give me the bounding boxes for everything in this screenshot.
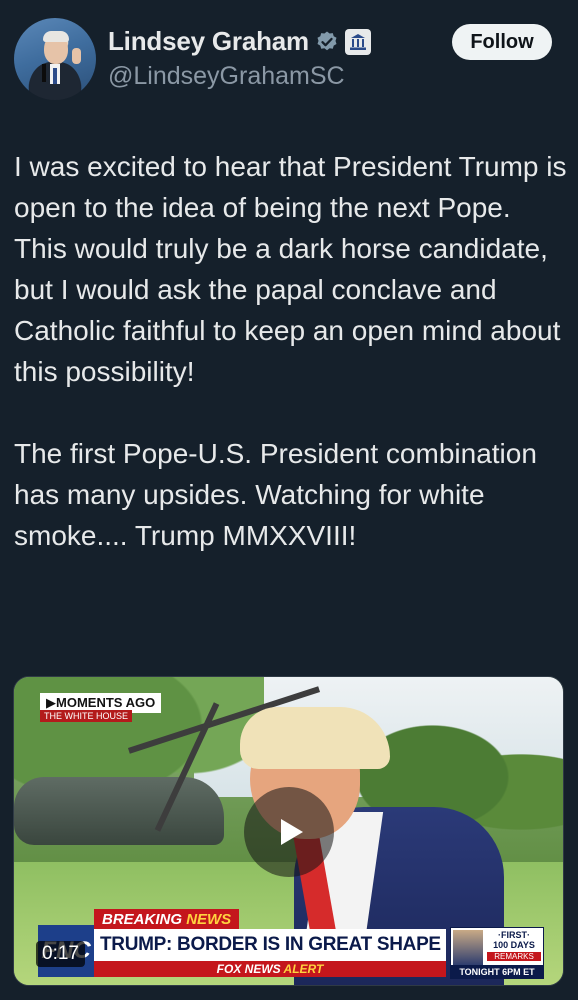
promo-time: TONIGHT 6PM ET bbox=[450, 965, 544, 979]
avatar[interactable] bbox=[14, 18, 96, 100]
person-hair bbox=[240, 707, 390, 769]
alert-suffix: ALERT bbox=[280, 962, 324, 976]
author-handle[interactable]: @LindseyGrahamSC bbox=[108, 62, 345, 91]
promo-line1: ·FIRST· bbox=[498, 930, 530, 940]
breaking-label: BREAKING bbox=[102, 911, 183, 928]
alert-strip: FOX NEWS ALERT bbox=[94, 961, 446, 977]
author-name[interactable]: Lindsey Graham bbox=[108, 26, 309, 57]
promo-remarks: REMARKS bbox=[487, 952, 541, 961]
alert-prefix: FOX NEWS bbox=[216, 962, 281, 976]
author-name-row: Lindsey Graham bbox=[108, 26, 371, 57]
video-duration: 0:17 bbox=[36, 941, 85, 967]
tweet-text: I was excited to hear that President Tru… bbox=[14, 151, 567, 551]
breaking-news-label: BREAKING NEWS bbox=[94, 909, 240, 930]
news-headline: TRUMP: BORDER IS IN GREAT SHAPE bbox=[94, 929, 446, 961]
follow-button[interactable]: Follow bbox=[452, 24, 552, 60]
promo-title: ·FIRST· 100 DAYS bbox=[485, 930, 543, 950]
video-player[interactable]: ▶MOMENTS AGO THE WHITE HOUSE FNC BREAKIN… bbox=[13, 676, 564, 986]
news-label: NEWS bbox=[186, 911, 232, 928]
promo-line2: 100 DAYS bbox=[493, 940, 535, 950]
tweet-header: Lindsey Graham @LindseyGrahamSC Follow bbox=[0, 0, 578, 110]
verified-badge-icon[interactable] bbox=[315, 30, 339, 54]
play-icon bbox=[281, 819, 303, 845]
play-button[interactable] bbox=[244, 787, 334, 877]
location-badge: THE WHITE HOUSE bbox=[40, 710, 133, 722]
helicopter-image bbox=[14, 777, 224, 845]
promo-thumbnail bbox=[453, 930, 483, 966]
government-building-icon[interactable] bbox=[344, 28, 371, 55]
